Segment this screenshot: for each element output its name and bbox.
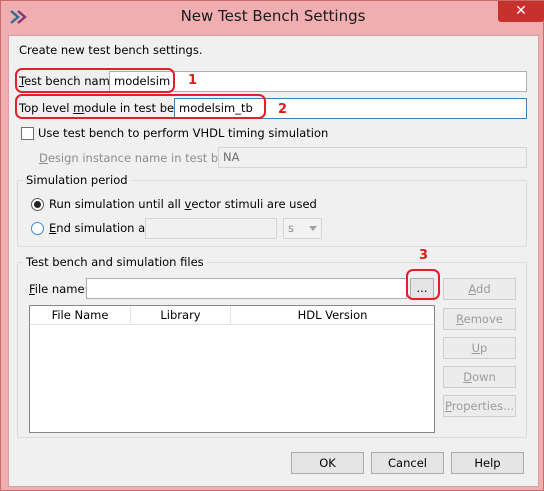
help-button[interactable]: Help [451, 452, 524, 474]
column-header-file-name[interactable]: File Name [30, 306, 131, 325]
title-bar[interactable]: New Test Bench Settings ✕ [1, 1, 544, 33]
annotation-marker-1: 1 [188, 73, 198, 88]
down-button[interactable]: Down [443, 366, 516, 388]
end-simulation-label: End simulation at: [49, 221, 154, 235]
up-button[interactable]: Up [443, 337, 516, 359]
end-simulation-input[interactable] [145, 218, 277, 239]
vhdl-timing-checkbox[interactable] [21, 127, 34, 140]
add-button[interactable]: Add [443, 278, 516, 300]
dialog-body: Create new test bench settings. Test ben… [8, 35, 539, 487]
time-unit-select[interactable]: s [283, 218, 322, 239]
column-header-hdl-version[interactable]: HDL Version [231, 306, 434, 325]
test-bench-files-title: Test bench and simulation files [23, 255, 207, 269]
design-instance-input[interactable]: NA [218, 147, 527, 168]
run-until-stimuli-label: Run simulation until all vector stimuli … [49, 197, 317, 211]
column-header-library[interactable]: Library [131, 306, 231, 325]
cancel-button[interactable]: Cancel [371, 452, 444, 474]
properties-button[interactable]: Properties... [443, 395, 516, 417]
chevron-down-icon [309, 226, 317, 231]
annotation-box-3 [406, 269, 440, 300]
dialog-window: New Test Bench Settings ✕ Create new tes… [0, 0, 544, 491]
annotation-marker-2: 2 [278, 102, 288, 117]
annotation-marker-3: 3 [419, 248, 429, 263]
remove-button[interactable]: Remove [443, 308, 516, 330]
end-simulation-radio[interactable] [31, 222, 44, 235]
close-icon[interactable]: ✕ [498, 1, 544, 22]
annotation-box-1 [15, 68, 175, 93]
run-until-stimuli-radio[interactable] [31, 198, 44, 211]
intro-text: Create new test bench settings. [19, 43, 203, 57]
window-title: New Test Bench Settings [180, 7, 366, 25]
time-unit-value: s [288, 221, 294, 235]
ok-button[interactable]: OK [291, 452, 364, 474]
simulation-period-title: Simulation period [23, 173, 131, 187]
annotation-box-2 [15, 94, 266, 119]
vhdl-timing-label: Use test bench to perform VHDL timing si… [38, 126, 329, 140]
file-name-label: File name: [29, 282, 89, 296]
file-name-input[interactable] [86, 278, 407, 299]
files-table[interactable]: File Name Library HDL Version [29, 305, 435, 433]
